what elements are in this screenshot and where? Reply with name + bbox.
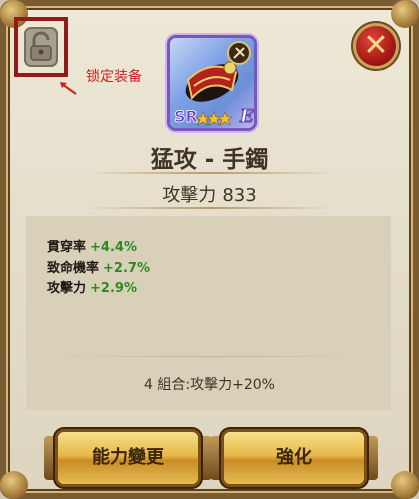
button-ornament bbox=[364, 436, 378, 480]
item-name: 猛攻 - 手鐲 bbox=[150, 147, 269, 173]
divider bbox=[86, 207, 334, 209]
change-ability-button[interactable]: 能力變更 bbox=[58, 432, 198, 484]
stat-row: 貫穿率 +4.4% bbox=[47, 236, 137, 255]
rarity-badge: SR bbox=[174, 107, 198, 126]
close-icon: ✕ bbox=[363, 28, 389, 63]
frame-corner bbox=[391, 0, 419, 28]
unlocked-padlock-icon bbox=[24, 27, 58, 67]
attack-label: 攻擊力 bbox=[162, 185, 217, 206]
set-bonus-text: 4 組合:攻擊力+20% bbox=[144, 377, 275, 393]
lock-equipment-button[interactable] bbox=[14, 17, 68, 77]
attack-power-row: 攻擊力 833 bbox=[0, 181, 419, 207]
divider bbox=[86, 172, 334, 174]
stat-label: 貫穿率 bbox=[47, 240, 87, 255]
enhance-button[interactable]: 強化 bbox=[224, 432, 364, 484]
star-rating bbox=[195, 111, 233, 126]
close-button[interactable]: ✕ bbox=[356, 26, 396, 66]
stat-value: +2.7% bbox=[103, 261, 150, 276]
stat-row: 致命機率 +2.7% bbox=[47, 257, 150, 276]
item-icon-card: SR E bbox=[170, 38, 254, 128]
attack-value: 833 bbox=[222, 185, 257, 206]
frame-corner bbox=[0, 471, 28, 499]
grade-letter: E bbox=[239, 106, 254, 127]
frame-corner bbox=[391, 471, 419, 499]
annotation-arrow-icon bbox=[60, 82, 77, 95]
stat-value: +2.9% bbox=[90, 281, 137, 296]
stat-value: +4.4% bbox=[90, 240, 137, 255]
lock-annotation-label: 锁定装备 bbox=[86, 69, 142, 85]
enhance-label: 強化 bbox=[276, 447, 312, 468]
change-ability-label: 能力變更 bbox=[92, 447, 164, 468]
divider bbox=[56, 356, 366, 357]
button-ornament bbox=[210, 436, 224, 480]
stat-label: 致命機率 bbox=[47, 261, 100, 276]
bracelet-icon: SR E bbox=[174, 41, 254, 128]
button-ornament bbox=[44, 436, 58, 480]
stat-row: 攻擊力 +2.9% bbox=[47, 277, 137, 296]
stat-label: 攻擊力 bbox=[47, 281, 87, 296]
